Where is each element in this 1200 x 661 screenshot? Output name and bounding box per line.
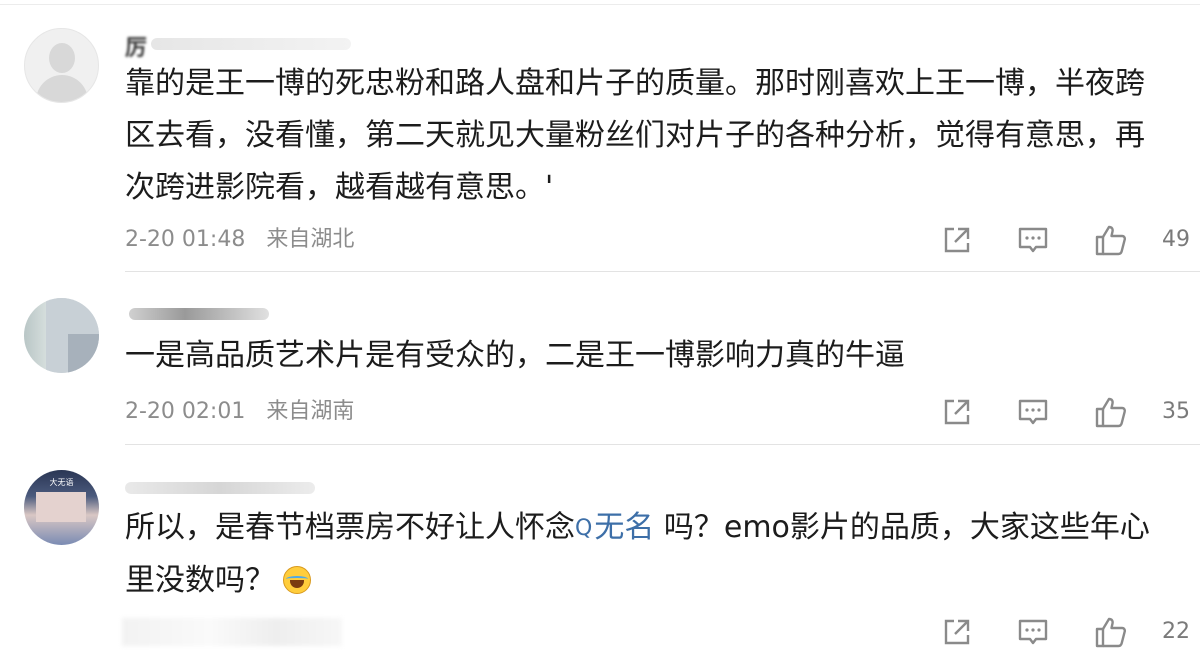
avatar-photo-region — [68, 334, 99, 373]
share-icon[interactable] — [940, 615, 974, 649]
avatar[interactable]: 大无语 — [24, 470, 99, 545]
thumbs-up-icon[interactable] — [1094, 615, 1128, 649]
share-icon[interactable] — [940, 223, 974, 257]
comment-meta: 2-20 01:48 来自湖北 — [125, 225, 354, 255]
username[interactable] — [125, 474, 365, 500]
reply-comment-icon[interactable] — [1016, 223, 1050, 257]
topic-link[interactable]: Q无名 — [575, 510, 654, 545]
comment-location: 来自湖南 — [266, 399, 355, 424]
comment-divider — [125, 271, 1200, 272]
username-redacted-bar — [125, 482, 315, 494]
avatar[interactable] — [24, 28, 99, 103]
avatar-placeholder-head — [49, 43, 75, 73]
share-icon[interactable] — [940, 395, 974, 429]
comment-location: 来自湖北 — [266, 227, 355, 252]
meta-redacted-bar — [122, 618, 342, 646]
like-count: 22 — [1162, 619, 1190, 644]
comment-text: 一是高品质艺术片是有受众的，二是王一博影响力真的牛逼 — [125, 338, 905, 373]
comment-divider — [125, 444, 1200, 445]
username-redacted-bar — [151, 38, 351, 50]
comment-meta: 2-20 02:01 来自湖南 — [125, 397, 354, 427]
comment-time: 2-20 02:01 — [125, 399, 246, 424]
avatar-caption: 大无语 — [49, 478, 74, 487]
avatar-photo-region — [36, 492, 86, 522]
like-count: 35 — [1162, 399, 1190, 424]
reply-comment-icon[interactable] — [1016, 395, 1050, 429]
avatar[interactable] — [24, 298, 99, 373]
comment-time: 2-20 01:48 — [125, 227, 246, 252]
laughing-tears-emoji-icon — [283, 566, 311, 594]
avatar-placeholder-body — [36, 75, 88, 102]
username[interactable]: 厉 — [125, 30, 365, 61]
thumbs-up-icon[interactable] — [1094, 395, 1128, 429]
thumbs-up-icon[interactable] — [1094, 223, 1128, 257]
search-icon: Q — [575, 516, 593, 541]
comment-text: 靠的是王一博的死忠粉和路人盘和片子的质量。那时刚喜欢上王一博，半夜跨区去看，没看… — [125, 66, 1145, 205]
comment-actions: 49 — [940, 223, 1200, 257]
comment-text-part: 所以，是春节档票房不好让人怀念 — [125, 510, 575, 545]
username[interactable] — [125, 300, 365, 326]
topic-link-label: 无名 — [594, 510, 655, 545]
top-divider — [0, 4, 1200, 5]
like-count: 49 — [1162, 227, 1190, 252]
comment-text: 所以，是春节档票房不好让人怀念Q无名 吗？emo影片的品质，大家这些年心里没数吗… — [125, 502, 1165, 607]
username-redacted-bar — [129, 308, 269, 320]
comment-actions: 35 — [940, 395, 1200, 429]
comment-actions: 22 — [940, 615, 1200, 649]
reply-comment-icon[interactable] — [1016, 615, 1050, 649]
